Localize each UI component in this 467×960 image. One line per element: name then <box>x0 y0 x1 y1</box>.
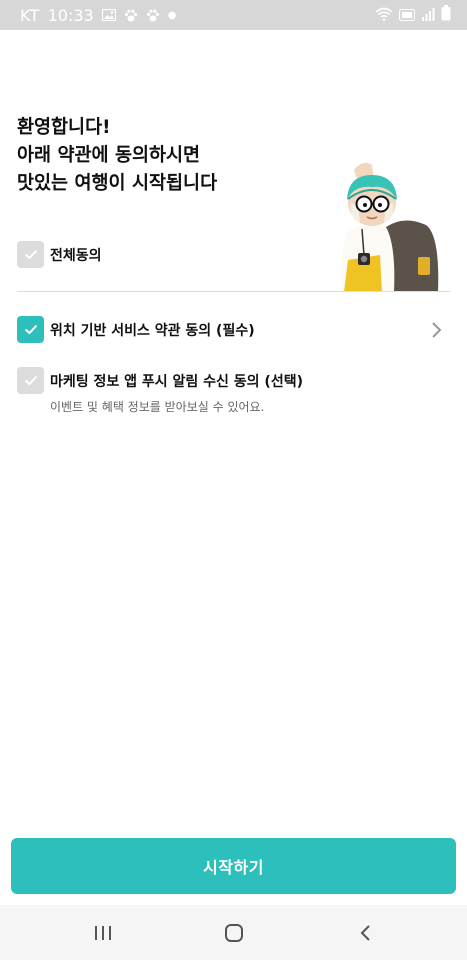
back-icon[interactable] <box>352 919 380 947</box>
dot-icon: ● <box>167 9 177 21</box>
agree-all-row[interactable]: 전체동의 <box>17 241 102 268</box>
wifi-icon <box>375 6 393 25</box>
mascot-illustration <box>341 162 439 292</box>
welcome-line-3: 맛있는 여행이 시작됩니다 <box>17 173 218 194</box>
welcome-line-1: 환영합니다! <box>17 117 111 138</box>
paw-icon <box>146 9 160 21</box>
location-terms-row[interactable]: 위치 기반 서비스 약관 동의 (필수) <box>17 316 255 343</box>
start-button[interactable]: 시작하기 <box>11 838 456 894</box>
signal-icon <box>421 6 435 25</box>
location-terms-label: 위치 기반 서비스 약관 동의 (필수) <box>50 322 255 339</box>
status-left: KT 10:33 ● <box>20 6 176 25</box>
start-button-label: 시작하기 <box>203 858 264 877</box>
clock: 10:33 <box>47 5 94 25</box>
location-terms-checkbox[interactable] <box>17 316 44 343</box>
agree-all-label: 전체동의 <box>50 247 102 264</box>
marketing-push-label: 마케팅 정보 앱 푸시 알림 수신 동의 (선택) <box>50 373 303 390</box>
carrier-label: KT <box>20 5 40 25</box>
status-bar: KT 10:33 ● <box>0 0 467 30</box>
status-right <box>375 5 451 25</box>
recents-icon[interactable] <box>89 919 117 947</box>
marketing-push-description: 이벤트 및 혜택 정보를 받아보실 수 있어요. <box>50 400 265 414</box>
volte-icon <box>398 6 416 25</box>
chevron-right-icon[interactable] <box>429 319 445 341</box>
paw-icon <box>124 9 138 21</box>
welcome-heading: 환영합니다! 아래 약관에 동의하시면 맛있는 여행이 시작됩니다 <box>17 114 217 198</box>
nav-bar <box>0 905 467 960</box>
battery-icon <box>441 5 451 25</box>
welcome-line-2: 아래 약관에 동의하시면 <box>17 145 201 166</box>
divider <box>17 291 450 292</box>
home-icon[interactable] <box>220 919 248 947</box>
marketing-push-checkbox[interactable] <box>17 367 44 394</box>
image-icon <box>101 9 116 21</box>
agree-all-checkbox[interactable] <box>17 241 44 268</box>
marketing-push-row[interactable]: 마케팅 정보 앱 푸시 알림 수신 동의 (선택) <box>17 367 303 394</box>
